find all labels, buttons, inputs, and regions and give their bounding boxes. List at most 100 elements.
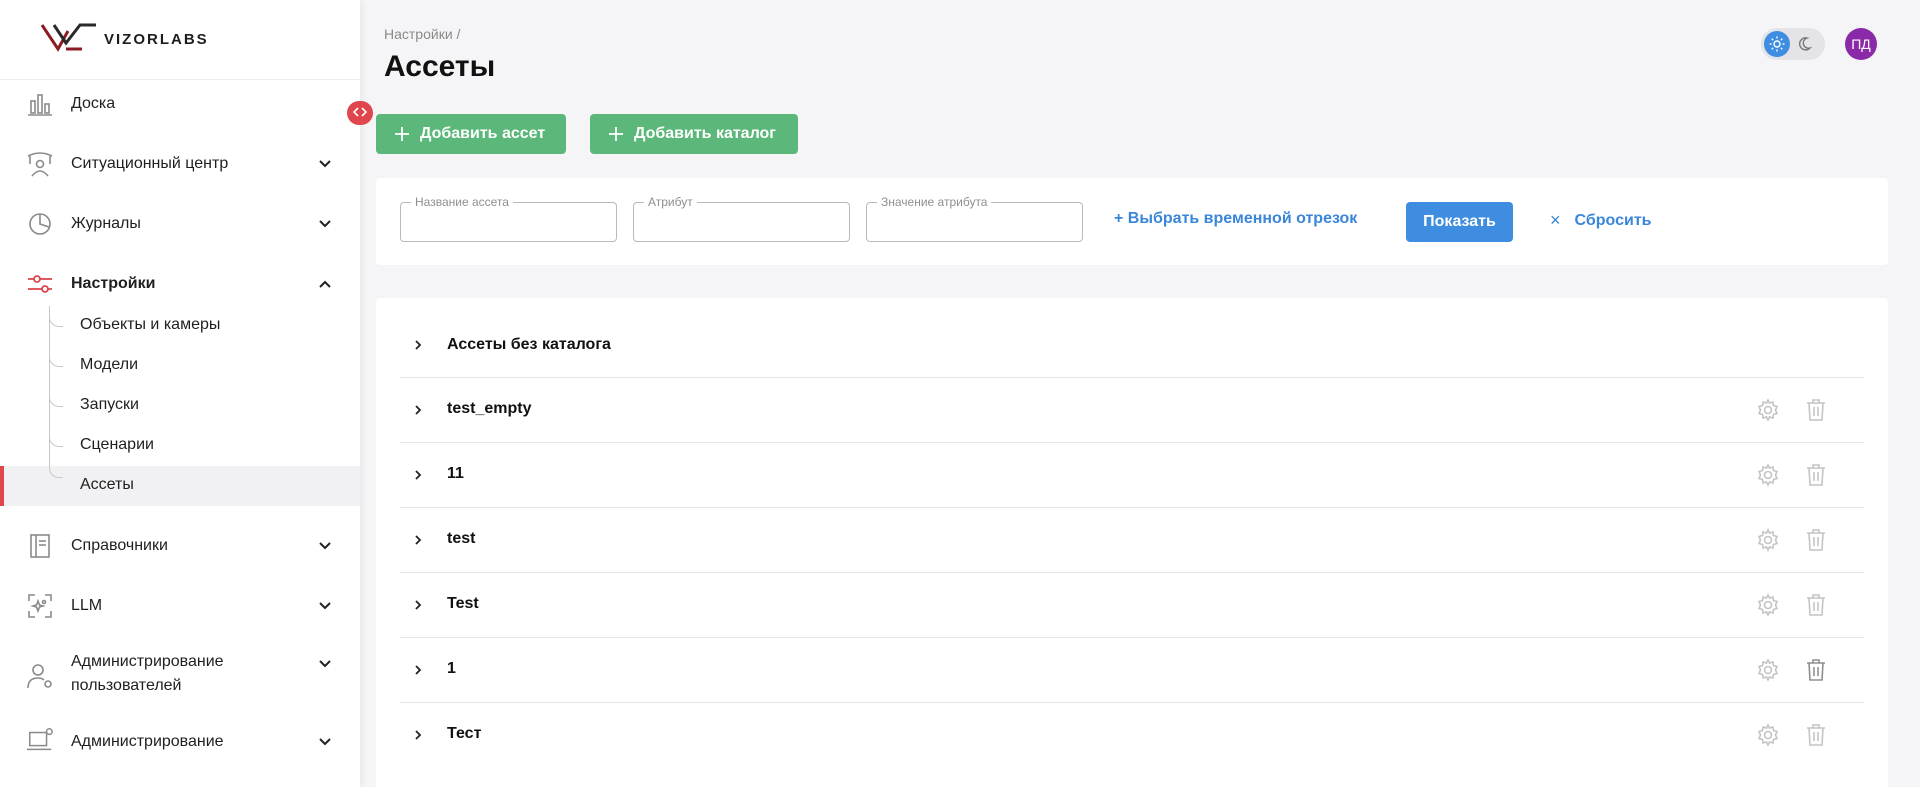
catalog-row[interactable]: test bbox=[400, 508, 1864, 573]
catalog-row[interactable]: Ассеты без каталога bbox=[400, 313, 1864, 378]
sliders-icon bbox=[26, 270, 54, 298]
sidebar-subitem-label: Модели bbox=[80, 356, 139, 373]
logo-text: VIZORLABS bbox=[104, 31, 209, 48]
sidebar-item-label: Журналы bbox=[71, 215, 141, 232]
breadcrumb[interactable]: Настройки / bbox=[384, 26, 460, 42]
laptop-gear-icon bbox=[26, 726, 54, 754]
catalog-list: Ассеты без каталога test_empty 11 test T… bbox=[376, 298, 1888, 787]
catalog-name: 1 bbox=[447, 660, 456, 677]
chevron-right-icon[interactable] bbox=[408, 335, 428, 355]
tree-branch bbox=[49, 466, 63, 478]
catalog-name: Test bbox=[447, 595, 479, 612]
sidebar-item-label: Администрирование bbox=[71, 653, 224, 670]
trash-icon[interactable] bbox=[1802, 396, 1830, 424]
ai-sparkle-icon bbox=[26, 592, 54, 620]
catalog-row[interactable]: Тест bbox=[400, 703, 1864, 768]
sidebar-item-settings[interactable]: Настройки bbox=[0, 272, 360, 296]
sidebar-subitem-scenarios[interactable]: Сценарии bbox=[0, 426, 360, 466]
attribute-field[interactable]: Атрибут bbox=[633, 195, 850, 242]
show-button[interactable]: Показать bbox=[1406, 202, 1513, 242]
gear-icon[interactable] bbox=[1754, 721, 1782, 749]
attribute-value-label: Значение атрибута bbox=[877, 195, 992, 209]
catalog-name: Ассеты без каталога bbox=[447, 336, 611, 353]
sun-icon[interactable] bbox=[1764, 31, 1790, 57]
add-catalog-button[interactable]: Добавить каталог bbox=[590, 114, 798, 154]
catalog-row[interactable]: 11 bbox=[400, 443, 1864, 508]
chevron-down-icon bbox=[315, 154, 335, 174]
chevron-down-icon bbox=[315, 536, 335, 556]
select-time-range-link[interactable]: + Выбрать временной отрезок bbox=[1114, 210, 1357, 228]
chevron-down-icon bbox=[315, 732, 335, 752]
logo[interactable]: VIZORLABS bbox=[0, 0, 360, 80]
avatar[interactable]: ПД bbox=[1845, 28, 1877, 60]
catalog-row[interactable]: Test bbox=[400, 573, 1864, 638]
chevron-right-icon[interactable] bbox=[408, 530, 428, 550]
trash-icon[interactable] bbox=[1802, 461, 1830, 489]
page-title: Ассеты bbox=[384, 50, 496, 83]
catalog-name: test_empty bbox=[447, 400, 532, 417]
sidebar-item-llm[interactable]: LLM bbox=[0, 594, 360, 618]
trash-icon[interactable] bbox=[1802, 526, 1830, 554]
sidebar-item-label: LLM bbox=[71, 597, 103, 614]
chevron-down-icon bbox=[315, 654, 335, 674]
sidebar-item-label: пользователей bbox=[71, 677, 182, 694]
attribute-value-field[interactable]: Значение атрибута bbox=[866, 195, 1083, 242]
sidebar-subitem-assets[interactable]: Ассеты bbox=[0, 466, 360, 506]
sidebar-item-dashboard[interactable]: Доска bbox=[0, 92, 360, 116]
code-arrows-icon bbox=[352, 104, 368, 122]
sidebar-item-administration[interactable]: Администрирование bbox=[0, 728, 360, 754]
chevron-right-icon[interactable] bbox=[408, 400, 428, 420]
add-asset-label: Добавить ассет bbox=[420, 125, 546, 142]
reset-button[interactable]: × Сбросить bbox=[1550, 210, 1651, 231]
sidebar-subitem-label: Сценарии bbox=[80, 436, 154, 453]
chart-bars-icon bbox=[26, 90, 54, 118]
sidebar: VIZORLABS Доска Ситуационный центр Журна… bbox=[0, 0, 360, 787]
monitoring-center-icon bbox=[26, 150, 54, 178]
catalog-name: Тест bbox=[447, 725, 482, 742]
sidebar-item-references[interactable]: Справочники bbox=[0, 534, 360, 558]
sidebar-item-user-administration[interactable]: Администрирование пользователей bbox=[0, 650, 360, 698]
gear-icon[interactable] bbox=[1754, 526, 1782, 554]
sidebar-item-label: Доска bbox=[71, 95, 116, 112]
moon-icon[interactable] bbox=[1797, 34, 1817, 54]
sidebar-item-label: Справочники bbox=[71, 537, 168, 554]
user-gear-icon bbox=[26, 662, 54, 690]
gear-icon[interactable] bbox=[1754, 656, 1782, 684]
sidebar-item-journals[interactable]: Журналы bbox=[0, 212, 360, 236]
gear-icon[interactable] bbox=[1754, 396, 1782, 424]
gear-icon[interactable] bbox=[1754, 591, 1782, 619]
trash-icon[interactable] bbox=[1802, 721, 1830, 749]
chevron-right-icon[interactable] bbox=[408, 465, 428, 485]
sidebar-item-situation-center[interactable]: Ситуационный центр bbox=[0, 150, 360, 178]
sidebar-subitem-models[interactable]: Модели bbox=[0, 346, 360, 386]
chevron-right-icon[interactable] bbox=[408, 725, 428, 745]
theme-toggle[interactable] bbox=[1761, 28, 1825, 60]
chevron-up-icon bbox=[315, 274, 335, 294]
catalog-name: test bbox=[447, 530, 476, 547]
sidebar-subitem-label: Объекты и камеры bbox=[80, 316, 221, 333]
sidebar-collapse-button[interactable] bbox=[347, 101, 373, 125]
sidebar-item-label: Ситуационный центр bbox=[71, 155, 229, 172]
catalog-row[interactable]: test_empty bbox=[400, 378, 1864, 443]
pie-chart-icon bbox=[26, 210, 54, 238]
sidebar-subitem-label: Ассеты bbox=[80, 476, 134, 493]
logo-mark-icon bbox=[40, 21, 98, 58]
add-asset-button[interactable]: Добавить ассет bbox=[376, 114, 566, 154]
gear-icon[interactable] bbox=[1754, 461, 1782, 489]
attribute-label: Атрибут bbox=[644, 195, 697, 209]
plus-icon bbox=[394, 126, 410, 142]
sidebar-subitem-runs[interactable]: Запуски bbox=[0, 386, 360, 426]
trash-icon[interactable] bbox=[1802, 656, 1830, 684]
trash-icon[interactable] bbox=[1802, 591, 1830, 619]
chevron-right-icon[interactable] bbox=[408, 595, 428, 615]
plus-icon bbox=[608, 126, 624, 142]
chevron-right-icon[interactable] bbox=[408, 660, 428, 680]
asset-name-field[interactable]: Название ассета bbox=[400, 195, 617, 242]
sidebar-subitem-label: Запуски bbox=[80, 396, 139, 413]
catalog-name: 11 bbox=[447, 465, 464, 482]
add-catalog-label: Добавить каталог bbox=[634, 125, 776, 142]
sidebar-item-label: Настройки bbox=[71, 275, 156, 292]
catalog-row[interactable]: 1 bbox=[400, 638, 1864, 703]
sidebar-subitem-objects-cameras[interactable]: Объекты и камеры bbox=[0, 306, 360, 346]
chevron-down-icon bbox=[315, 596, 335, 616]
